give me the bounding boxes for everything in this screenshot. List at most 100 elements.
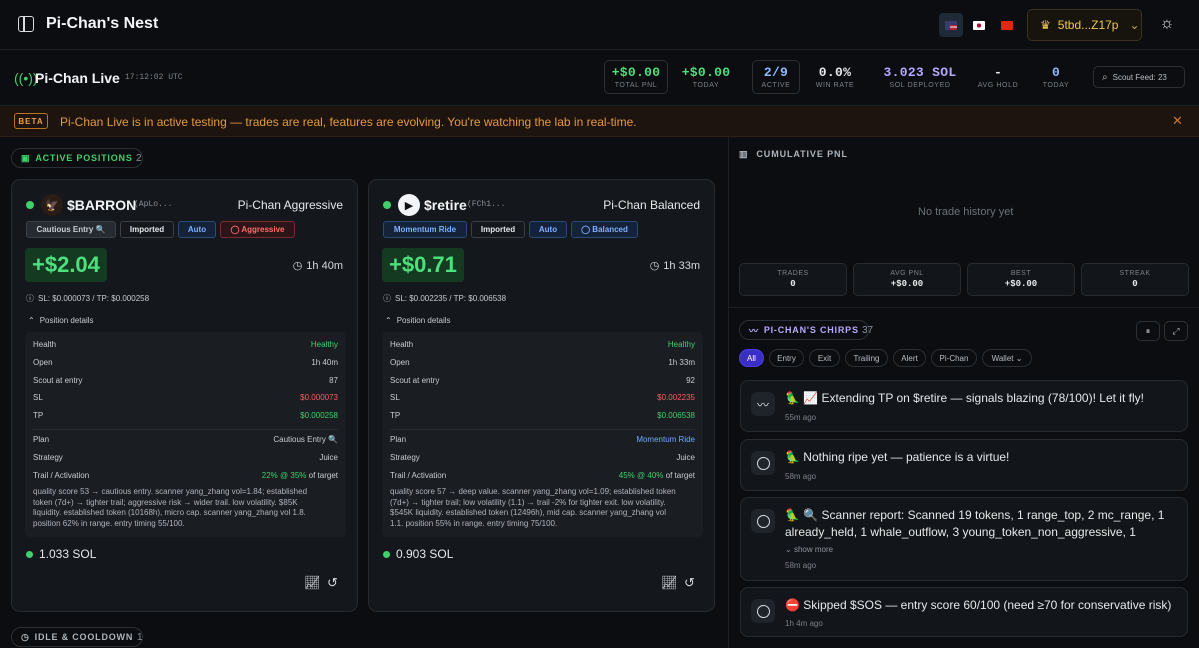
stat-value: 0 (790, 279, 796, 289)
sidebar-toggle-icon[interactable] (18, 16, 34, 32)
filter-entry[interactable]: Entry (769, 349, 804, 367)
filter-all[interactable]: All (739, 349, 764, 367)
chart-icon[interactable]: 📈︎ (661, 575, 678, 591)
info-icon: ⓘ (26, 294, 34, 303)
detail-key: Strategy (390, 453, 420, 462)
position-details-toggle[interactable]: ⌃ Position details (385, 316, 451, 325)
tag-risk: ◯ Aggressive (220, 221, 295, 238)
filter-pichan[interactable]: Pi-Chan (931, 349, 977, 367)
status-dot (383, 550, 390, 558)
beta-text: Pi-Chan Live is in active testing — trad… (60, 115, 637, 129)
cumulative-pnl-header: ▥ CUMULATIVE PNL (739, 149, 848, 160)
stat-total-pnl: +$0.00 TOTAL PNL (604, 60, 668, 94)
section-label: ACTIVE POSITIONS (35, 153, 133, 163)
sun-icon[interactable]: ☼ (1157, 14, 1177, 34)
detail-value: $0.000258 (300, 411, 338, 420)
detail-value: Healthy (310, 340, 338, 349)
chirp-item[interactable]: ⛔ Skipped $SOS — entry score 60/100 (nee… (740, 587, 1188, 637)
chevron-down-icon: ⌄ (1129, 18, 1140, 32)
token-address[interactable]: (ApLo... (134, 200, 172, 209)
bar-chart-icon: ▥ (739, 149, 749, 159)
position-details-toggle[interactable]: ⌃ Position details (28, 316, 94, 325)
active-positions-header[interactable]: ▣ ACTIVE POSITIONS (11, 148, 143, 168)
detail-row-scout: Scout at entry 87 (33, 376, 338, 385)
detail-value: 1h 40m (311, 358, 338, 367)
stat-value: 0 (1132, 279, 1138, 289)
chirp-item[interactable]: 🦜 Nothing ripe yet — patience is a virtu… (740, 439, 1188, 491)
stat-trades: TRADES 0 (739, 263, 847, 296)
position-details-panel: Health Healthy Open 1h 33m Scout at entry 9… (382, 332, 703, 537)
chirp-time: 55m ago (785, 413, 817, 422)
position-pnl: +$2.04 (25, 248, 107, 282)
detail-key: Trail / Activation (390, 471, 447, 480)
chirp-item[interactable]: 🦜 🔍 Scanner report: Scanned 19 tokens, 1… (740, 497, 1188, 581)
history-icon[interactable]: ↺ (684, 575, 695, 591)
token-address[interactable]: (FCh1... (467, 200, 505, 209)
tag-imported: Imported (120, 221, 174, 238)
section-label: IDLE & COOLDOWN (34, 632, 134, 642)
flag-jp-icon[interactable] (967, 13, 991, 37)
activity-icon: 〰 (751, 392, 775, 416)
position-details-panel: Health Healthy Open 1h 40m Scout at entry 8… (25, 332, 346, 537)
trail-suffix: of target (665, 471, 695, 480)
detail-row-tp: TP $0.006538 (390, 411, 695, 420)
stat-active: 2/9 ACTIVE (752, 60, 800, 94)
filter-wallet[interactable]: Wallet ⌄ (982, 349, 1032, 367)
detail-row-sl: SL $0.000073 (33, 393, 338, 402)
chirp-item[interactable]: 〰 🦜 📈 Extending TP on $retire — signals … (740, 380, 1188, 432)
detail-row-scout: Scout at entry 92 (390, 376, 695, 385)
detail-value: 22% @ 35% of target (261, 471, 338, 480)
tag-auto: Auto (178, 221, 216, 238)
tag-risk: ◯ Balanced (571, 221, 638, 238)
trail-pct: 22% (261, 471, 278, 480)
flag-cn-icon[interactable] (995, 13, 1019, 37)
expand-icon[interactable]: ⤢ (1164, 321, 1188, 341)
history-icon[interactable]: ↺ (327, 575, 338, 591)
pause-icon[interactable]: ⏸ (1136, 321, 1160, 341)
stat-value: +$0.00 (681, 65, 731, 80)
divider (729, 307, 1199, 308)
detail-key: Open (390, 358, 410, 367)
detail-value: 87 (329, 376, 338, 385)
detail-value: 45% @ 40% of target (618, 471, 695, 480)
wallet-button[interactable]: ♛ 5tbd...Z17p ⌄ (1027, 9, 1142, 41)
trail-suffix: of target (308, 471, 338, 480)
show-more-link[interactable]: ⌄ show more (785, 545, 833, 554)
hold-time-value: 1h 40m (306, 259, 343, 272)
chart-icon[interactable]: 📈︎ (304, 575, 321, 591)
idle-cooldown-header[interactable]: ◷ IDLE & COOLDOWN (11, 627, 144, 647)
stat-label: SOL DEPLOYED (889, 82, 951, 89)
position-balance: 1.033 SOL (26, 547, 96, 561)
active-positions-count: 2 (136, 153, 142, 164)
chevron-up-icon: ⌃ (385, 316, 392, 325)
clock-icon: ◷ (21, 631, 30, 642)
token-logo: ▶ (398, 194, 420, 216)
divider (33, 429, 338, 430)
close-icon[interactable]: ✕ (1172, 113, 1183, 129)
hold-time: ◷ 1h 33m (650, 259, 700, 273)
sl-tp-value: SL: $0.000073 / TP: $0.000258 (38, 294, 150, 303)
detail-key: Strategy (33, 453, 63, 462)
filter-alert[interactable]: Alert (893, 349, 926, 367)
detail-key: Trail / Activation (33, 471, 90, 480)
filter-exit[interactable]: Exit (809, 349, 840, 367)
live-clock: 17:12:02 UTC (125, 73, 183, 82)
stat-label: TRADES (777, 270, 809, 277)
stat-value: 3.023 SOL (883, 65, 957, 80)
scout-feed-button[interactable]: ⌕ Scout Feed: 23 (1093, 66, 1185, 88)
strategy-name: Pi-Chan Aggressive (237, 198, 343, 212)
search-icon: ⌕ (1102, 71, 1108, 83)
filter-trailing[interactable]: Trailing (845, 349, 888, 367)
detail-row-plan: Plan Momentum Ride (390, 435, 695, 444)
stat-streak: STREAK 0 (1081, 263, 1189, 296)
detail-row-tp: TP $0.000258 (33, 411, 338, 420)
stat-label: AVG PNL (890, 270, 924, 277)
divider (390, 429, 695, 430)
flag-us-icon[interactable] (939, 13, 963, 37)
chirp-time: 58m ago (785, 561, 817, 570)
detail-value: Juice (676, 453, 695, 462)
chirps-header[interactable]: 〰 PI-CHAN'S CHIRPS (739, 320, 869, 340)
detail-key: SL (390, 393, 400, 402)
stat-value: +$0.00 (611, 65, 661, 80)
stat-today-count: 0 TODAY (1036, 60, 1076, 94)
